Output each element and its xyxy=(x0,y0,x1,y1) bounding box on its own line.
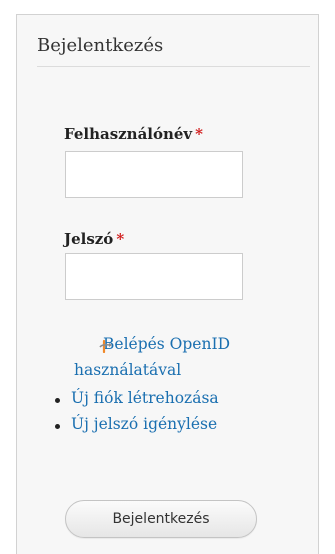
required-marker: * xyxy=(116,230,125,248)
username-label-text: Felhasználónév xyxy=(64,125,193,143)
openid-link-line1: Belépés OpenID xyxy=(103,335,231,353)
request-password-link[interactable]: Új jelszó igénylése xyxy=(71,415,217,433)
block-title: Bejelentkezés xyxy=(37,35,164,56)
username-label: Felhasználónév * xyxy=(64,125,203,143)
password-input[interactable] xyxy=(65,253,243,300)
openid-login-link[interactable]: Belépés OpenID használatával xyxy=(74,331,317,383)
openid-icon xyxy=(99,339,112,353)
bullet xyxy=(55,424,60,429)
openid-link-line2: használatával xyxy=(74,361,182,379)
create-account-link[interactable]: Új fiók létrehozása xyxy=(71,389,219,407)
password-label: Jelszó * xyxy=(64,230,124,248)
bullet xyxy=(55,398,60,403)
title-divider xyxy=(37,66,310,67)
login-button[interactable]: Bejelentkezés xyxy=(65,500,257,538)
username-input[interactable] xyxy=(65,151,243,198)
password-label-text: Jelszó xyxy=(64,230,114,248)
required-marker: * xyxy=(195,125,204,143)
login-block: Bejelentkezés Felhasználónév * Jelszó * Be… xyxy=(16,14,319,554)
